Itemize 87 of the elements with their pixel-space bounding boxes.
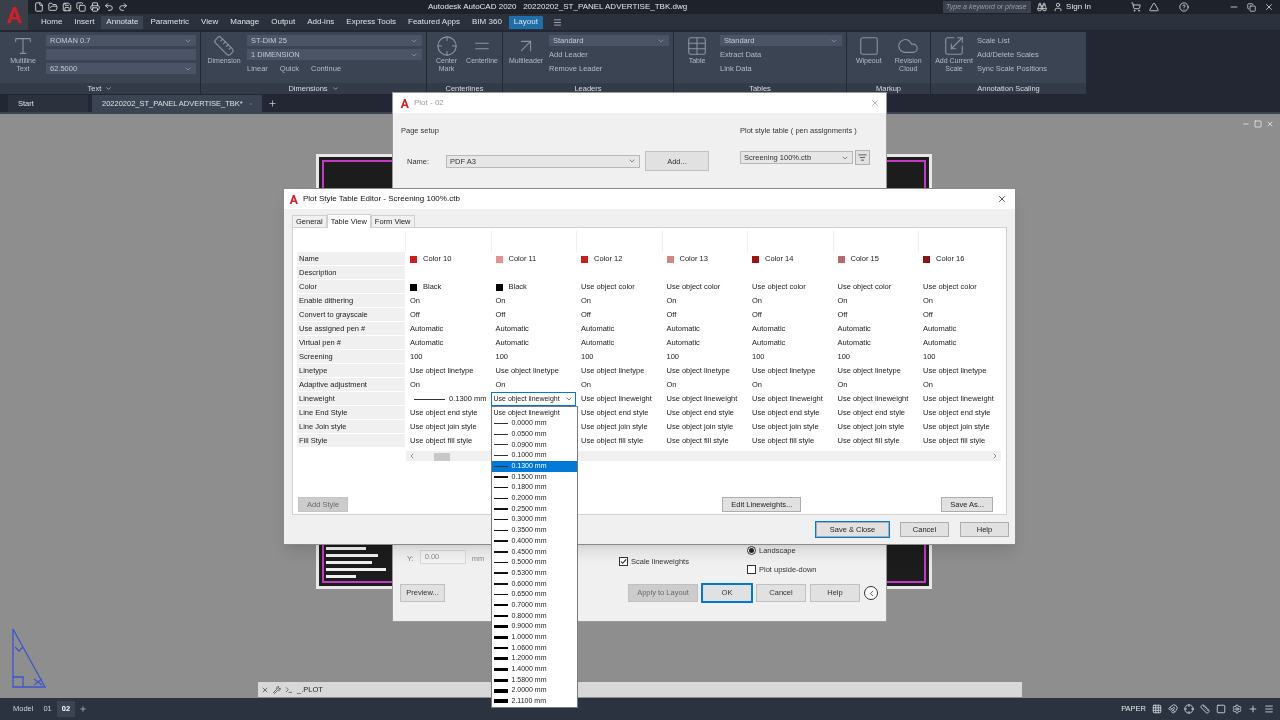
folder-icon[interactable] [48, 2, 58, 12]
ribbon-tab[interactable]: Home [36, 15, 68, 29]
caret-icon [565, 395, 573, 403]
close-icon[interactable] [997, 194, 1007, 204]
wrench-icon[interactable] [273, 685, 281, 694]
ruler-icon [213, 35, 235, 57]
menu-icon[interactable] [552, 17, 562, 27]
text-icon [12, 35, 34, 57]
ribbon-tab[interactable]: Manage [225, 15, 265, 29]
checkbox-box[interactable] [747, 565, 756, 575]
ribbon-tab[interactable]: Featured Apps [403, 15, 466, 29]
logo-icon [4, 5, 24, 25]
lineweight-line-icon [493, 423, 508, 425]
collapse-button[interactable] [864, 586, 878, 600]
user-icon[interactable] [1053, 2, 1064, 12]
lineweight-line-icon [493, 465, 508, 467]
settings-icon[interactable] [1232, 704, 1242, 714]
lineweight-line-icon [493, 583, 508, 585]
binoculars-icon[interactable] [1037, 2, 1048, 12]
snap-icon[interactable] [1168, 704, 1178, 714]
lineweight-line-icon [493, 551, 508, 553]
caret-icon [331, 85, 339, 92]
window-title: Autodesk AutoCAD 2020 20220202_ST_PANEL ADVERTISE_TBK.dwg [428, 1, 688, 13]
crosshair-icon [435, 35, 458, 57]
checkbox-box[interactable] [619, 557, 628, 567]
lineweight-line-icon [493, 540, 508, 542]
restore-icon[interactable] [1247, 2, 1256, 12]
undo-icon[interactable] [104, 2, 114, 12]
ribbon-tab[interactable]: BIM 360 [467, 15, 507, 29]
cart-icon[interactable] [1131, 2, 1141, 12]
redo-icon[interactable] [118, 2, 128, 12]
ruler-icon[interactable] [1200, 704, 1210, 714]
copy-icon[interactable] [76, 2, 86, 12]
save-icon[interactable] [62, 2, 72, 12]
table-icon [686, 35, 708, 57]
logo-icon [399, 97, 410, 109]
lineweight-line-icon [493, 433, 508, 435]
window-title: Plot - 02 [414, 97, 444, 109]
new-file-icon[interactable] [34, 2, 44, 12]
add-layout-icon[interactable] [79, 705, 88, 713]
ribbon-tab[interactable]: Add-ins [302, 15, 340, 29]
window-title: Plot Style Table Editor - Screening 100%.ctb [303, 193, 460, 205]
lineweight-line-icon [493, 444, 508, 446]
help-icon[interactable] [1179, 2, 1189, 12]
menu-icon[interactable] [1264, 704, 1274, 714]
caret-icon [105, 85, 113, 92]
lineweight-line-icon [493, 476, 508, 478]
ribbon-tab[interactable]: Insert [69, 15, 100, 29]
lineweight-line-icon [414, 398, 445, 400]
close-icon[interactable] [261, 685, 269, 694]
ribbon-tab[interactable]: Layout [508, 15, 543, 29]
lineweight-line-icon [493, 455, 508, 457]
horizontal-scrollbar[interactable] [406, 451, 1001, 461]
scroll-thumb[interactable] [434, 453, 450, 461]
scroll-left-icon[interactable] [408, 452, 416, 460]
lineweight-line-icon [493, 561, 508, 564]
lineweight-line-icon [493, 518, 508, 521]
lineweight-line-icon [493, 593, 508, 596]
radio-circle[interactable] [747, 546, 756, 556]
plus-icon[interactable] [1248, 704, 1258, 714]
ribbon-tab[interactable]: Output [266, 15, 301, 29]
list-icon [858, 153, 867, 163]
logo-icon [288, 193, 299, 205]
new-tab-icon[interactable] [268, 99, 277, 108]
ribbon-tab[interactable]: Parametric [145, 15, 195, 29]
ribbon-tab[interactable]: Express Tools [341, 15, 401, 29]
scale-icon [943, 35, 965, 57]
close-icon[interactable] [1264, 2, 1274, 12]
scroll-right-icon[interactable] [991, 452, 999, 460]
edit-style-button[interactable] [855, 150, 870, 166]
triangle-icon[interactable] [1149, 2, 1159, 12]
crosshair-icon[interactable] [1184, 704, 1194, 714]
print-icon[interactable] [90, 2, 100, 12]
ucs-icon [10, 627, 48, 689]
lineweight-line-icon [493, 497, 508, 500]
grid-icon[interactable] [1152, 704, 1162, 714]
square-icon[interactable] [1216, 704, 1226, 714]
lineweight-line-icon [493, 508, 508, 510]
ribbon-tab[interactable]: Annotate [101, 15, 144, 29]
sign-in-link[interactable]: Sign In [1066, 1, 1091, 13]
check-icon [620, 558, 627, 566]
terminal-icon[interactable] [285, 685, 293, 694]
lineweight-line-icon [493, 486, 508, 489]
square-icon [857, 35, 880, 57]
ribbon-tab[interactable]: View [196, 15, 224, 29]
lineweight-line-icon [493, 572, 508, 574]
lineweight-line-icon [493, 529, 508, 532]
